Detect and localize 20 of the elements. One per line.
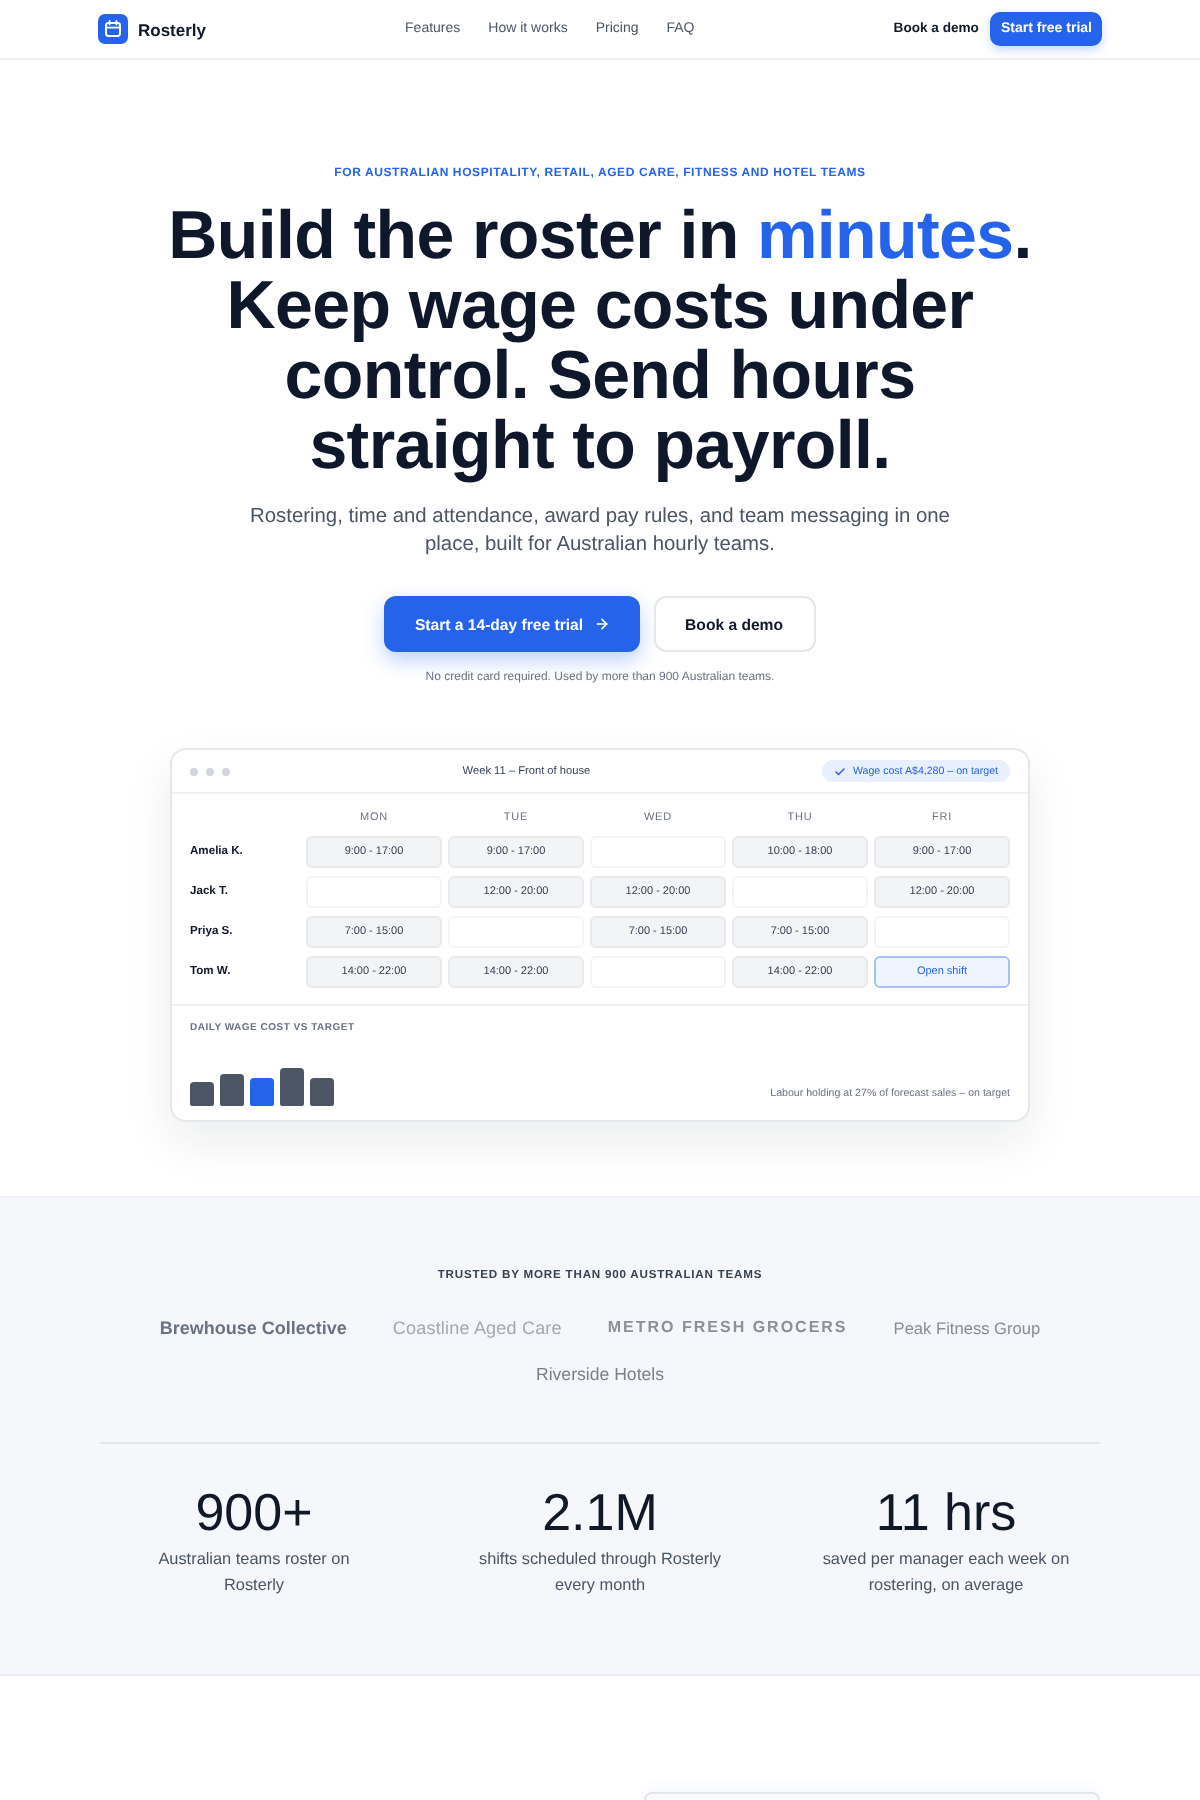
brand-name: Rosterly <box>138 19 207 39</box>
customer-logo-text: Brewhouse Collective <box>159 1316 347 1340</box>
stat-label: saved per manager each week on rostering, on average <box>821 1548 1071 1598</box>
stat-value: 2.1M <box>542 1484 658 1540</box>
calendar-icon <box>98 14 128 44</box>
customer-logo-text: Coastline Aged Care <box>392 1316 562 1340</box>
window-dot-icon <box>206 767 214 775</box>
arrow-right-icon <box>593 616 610 632</box>
hero-headline: Build the roster in minutes. Keep wage costs under control. Send hours straight to payroll. <box>166 202 1034 482</box>
customer-logo-text: Riverside Hotels <box>535 1362 665 1386</box>
customer-logo-text: METRO FRESH GROCERS <box>607 1316 848 1340</box>
stat-value: 900+ <box>195 1484 313 1540</box>
stat-label: shifts scheduled through Rosterly every month <box>476 1548 724 1598</box>
check-icon <box>834 765 847 777</box>
window-dot-icon <box>190 767 198 775</box>
stat-value: 11 hrs <box>875 1484 1017 1540</box>
window-dot-icon <box>222 767 230 775</box>
hero-subtitle: Rostering, time and attendance, award pay rules, and team messaging in one place, built for Australian hourly teams. <box>248 504 952 560</box>
customer-logo-text: Peak Fitness Group <box>893 1316 1041 1340</box>
stat-label: Australian teams roster on Rosterly <box>156 1548 352 1598</box>
